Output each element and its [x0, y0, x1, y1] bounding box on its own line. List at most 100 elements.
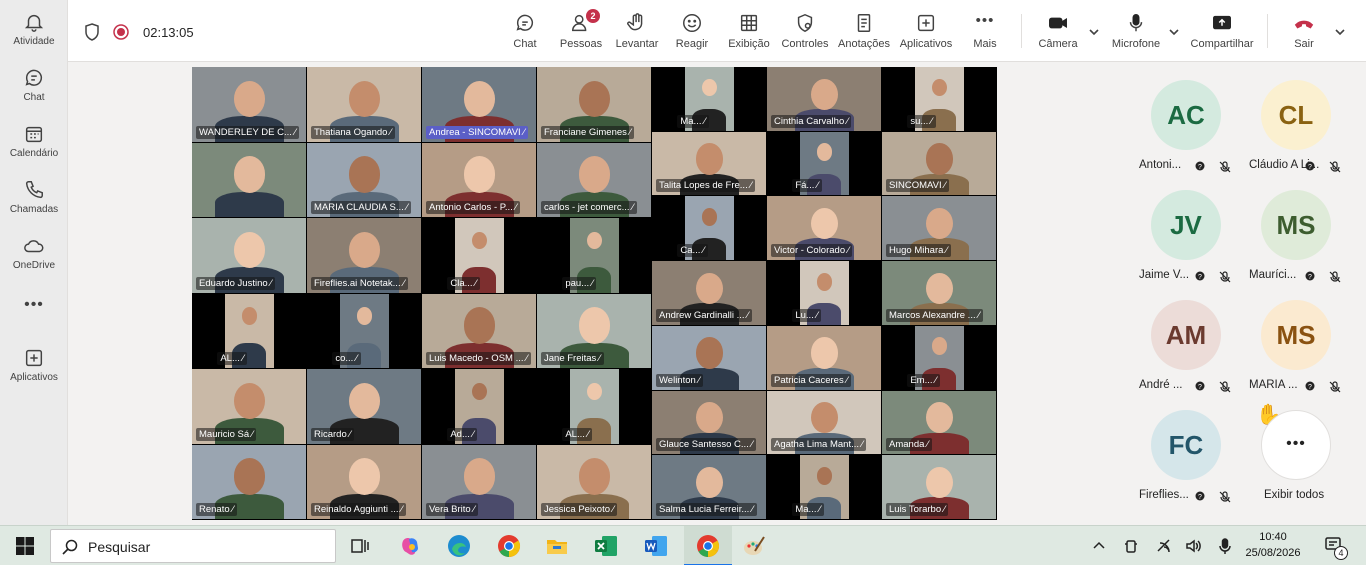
people-button[interactable]: 2 Pessoas — [558, 9, 604, 50]
leave-options-chevron-icon[interactable] — [1335, 24, 1345, 36]
video-tile[interactable]: Ca... ⁄ — [652, 196, 766, 261]
video-tile[interactable]: Salma Lucia Ferreir... ⁄ — [652, 455, 766, 519]
show-all-button[interactable]: ••• — [1261, 410, 1331, 480]
video-tile[interactable]: Patricia Caceres ⁄ — [767, 325, 881, 390]
rail-item-apps[interactable]: Aplicativos — [0, 347, 68, 383]
word-icon[interactable] — [643, 533, 669, 559]
copilot-icon[interactable] — [397, 533, 423, 559]
video-tile[interactable]: Lu... ⁄ — [767, 261, 881, 325]
rail-item-chat[interactable]: Chat — [0, 67, 68, 103]
camera-options-chevron-icon[interactable] — [1089, 24, 1099, 36]
taskbar-active-app[interactable] — [684, 526, 732, 565]
video-tile[interactable]: AL... ⁄ — [537, 369, 651, 444]
camera-button[interactable]: Câmera — [1036, 12, 1080, 50]
video-tile[interactable]: Talita Lopes de Fre... ⁄ — [652, 131, 766, 196]
video-tile[interactable]: Ricardo ⁄ — [307, 369, 421, 444]
chat-button[interactable]: Chat — [506, 12, 544, 50]
chrome-browser-icon[interactable] — [496, 533, 522, 559]
video-tile[interactable]: SINCOMAVI ⁄ — [882, 131, 996, 196]
video-tile[interactable]: Ma... ⁄ — [652, 67, 766, 131]
video-tile[interactable]: co... ⁄ — [307, 293, 421, 368]
volume-icon[interactable] — [1184, 537, 1202, 555]
controls-button[interactable]: Controles — [781, 12, 829, 50]
video-tile[interactable]: Amanda ⁄ — [882, 390, 996, 455]
react-button[interactable]: Reagir — [674, 12, 710, 50]
tray-chevron-up-icon[interactable] — [1090, 537, 1108, 555]
rail-more-button[interactable]: ••• — [0, 296, 68, 314]
video-tile[interactable]: Andrew Gardinalli ... ⁄ — [652, 261, 766, 325]
muted-mic-icon: ⁄ — [843, 374, 848, 386]
toolbar-divider — [1267, 14, 1268, 48]
video-tile[interactable]: Marcos Alexandre ... ⁄ — [882, 261, 996, 325]
participant-name-label: co... ⁄ — [332, 352, 361, 365]
video-tile[interactable]: Luis Torarbo ⁄ — [882, 455, 996, 519]
video-tile[interactable]: Andrea - SINCOMAVI ⁄ — [422, 67, 536, 142]
raise-hand-button[interactable]: Levantar — [613, 12, 661, 50]
video-tile[interactable]: Cinthia Carvalho ⁄ — [767, 67, 881, 131]
paint-icon[interactable] — [741, 533, 767, 559]
rail-item-calendar[interactable]: Calendário — [0, 123, 68, 159]
video-tile[interactable]: Reinaldo Aggiunti ... ⁄ — [307, 444, 421, 519]
view-button[interactable]: Exibição — [727, 12, 771, 50]
video-tile[interactable]: Vera Brito ⁄ — [422, 444, 536, 519]
notes-button[interactable]: Anotações — [837, 12, 891, 50]
video-tile[interactable]: su... ⁄ — [882, 67, 996, 131]
video-tile[interactable]: Mauricio Sá ⁄ — [192, 369, 306, 444]
video-tile[interactable] — [192, 142, 306, 217]
shield-icon[interactable] — [84, 23, 100, 41]
video-tile[interactable]: Franciane Gimenes ⁄ — [537, 67, 651, 142]
video-tile[interactable]: Fá... ⁄ — [767, 131, 881, 196]
muted-mic-icon: ⁄ — [932, 374, 937, 386]
video-tile[interactable]: Luis Macedo - OSM ... ⁄ — [422, 293, 536, 368]
video-tile[interactable]: WANDERLEY DE C... ⁄ — [192, 67, 306, 142]
video-tile[interactable]: carlos - jet comerc... ⁄ — [537, 142, 651, 217]
video-tile[interactable]: MARIA CLAUDIA S... ⁄ — [307, 142, 421, 217]
video-tile[interactable]: Jane Freitas ⁄ — [537, 293, 651, 368]
video-tile[interactable]: Renato ⁄ — [192, 444, 306, 519]
more-icon: ••• — [24, 296, 44, 313]
rail-item-onedrive[interactable]: OneDrive — [0, 235, 68, 271]
participant-silhouette — [348, 231, 381, 269]
task-view-icon[interactable] — [347, 533, 373, 559]
file-explorer-icon[interactable] — [544, 533, 570, 559]
video-tile[interactable]: Glauce Santesso C... ⁄ — [652, 390, 766, 455]
taskbar-search-box[interactable]: Pesquisar — [50, 529, 336, 563]
participant-name-label: Vera Brito ⁄ — [426, 503, 478, 516]
video-tile[interactable]: Eduardo Justino ⁄ — [192, 218, 306, 293]
excel-icon[interactable] — [593, 533, 619, 559]
taskbar-clock[interactable]: 10:40 25/08/2026 — [1240, 529, 1306, 561]
video-tile[interactable]: Ad... ⁄ — [422, 369, 536, 444]
video-tile[interactable]: pau... ⁄ — [537, 218, 651, 293]
muted-mic-icon: ⁄ — [523, 353, 528, 364]
muted-mic-icon — [1329, 380, 1341, 393]
edge-browser-icon[interactable] — [446, 533, 472, 559]
rail-item-activity[interactable]: Atividade — [0, 11, 68, 47]
video-tile[interactable]: Fireflies.ai Notetak... ⁄ — [307, 218, 421, 293]
video-tile[interactable]: Hugo Mihara ⁄ — [882, 196, 996, 261]
microphone-in-use-icon[interactable] — [1216, 537, 1234, 555]
wifi-icon[interactable] — [1155, 537, 1173, 555]
participant-name: Jaime V... — [1139, 269, 1190, 281]
video-tile[interactable]: Welinton ⁄ — [652, 325, 766, 390]
microphone-button[interactable]: Microfone — [1108, 12, 1164, 50]
video-tile[interactable]: AL... ⁄ — [192, 293, 306, 368]
video-tile[interactable]: Antonio Carlos - P... ⁄ — [422, 142, 536, 217]
windows-start-icon[interactable] — [12, 533, 38, 559]
video-feed — [192, 142, 306, 217]
rail-item-calls[interactable]: Chamadas — [0, 179, 68, 215]
search-icon — [61, 538, 79, 556]
video-tile[interactable]: Victor - Colorado ⁄ — [767, 196, 881, 261]
participant-name-label: Lu... ⁄ — [792, 308, 822, 322]
tray-device-icon[interactable] — [1122, 537, 1140, 555]
microphone-options-chevron-icon[interactable] — [1169, 24, 1179, 36]
video-tile[interactable]: Em... ⁄ — [882, 325, 996, 390]
more-button[interactable]: ••• Mais — [970, 12, 1000, 50]
video-tile[interactable]: Cla... ⁄ — [422, 218, 536, 293]
apps-button[interactable]: Aplicativos — [898, 12, 954, 50]
video-tile[interactable]: Thatiana Ogando ⁄ — [307, 67, 421, 142]
video-tile[interactable]: Jessica Peixoto ⁄ — [537, 444, 651, 519]
video-tile[interactable]: Ma... ⁄ — [767, 455, 881, 519]
share-button[interactable]: Compartilhar — [1187, 12, 1257, 50]
video-tile[interactable]: Agatha Lima Mant... ⁄ — [767, 390, 881, 455]
leave-button[interactable]: Sair — [1288, 12, 1320, 50]
